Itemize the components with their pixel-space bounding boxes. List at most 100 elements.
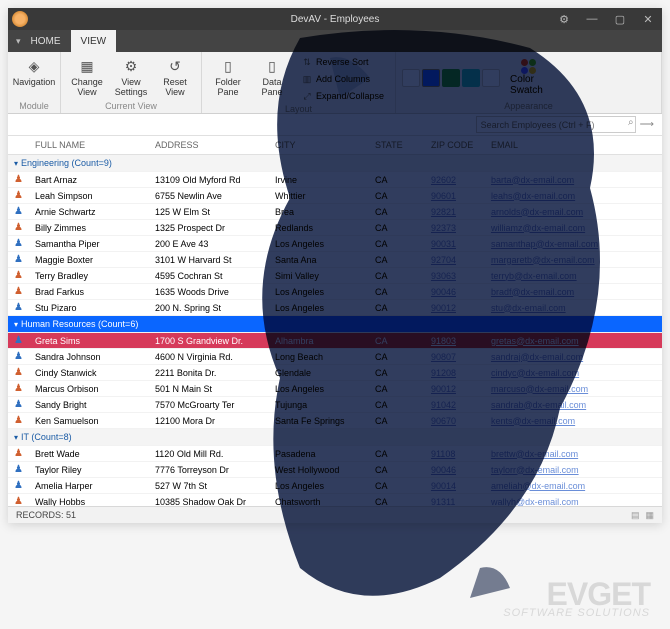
table-row[interactable]: ♟Sandra Johnson4600 N Virginia Rd.Long B… [8,349,662,365]
cell-email[interactable]: williamz@dx-email.com [485,220,662,236]
col-fullname[interactable]: FULL NAME [29,136,149,155]
cell-zip[interactable]: 90012 [425,381,485,397]
table-row[interactable]: ♟Sandy Bright7570 McGroarty TerTujungaCA… [8,397,662,413]
cell-zip[interactable]: 91108 [425,446,485,462]
cell-email[interactable]: kents@dx-email.com [485,413,662,429]
cell-email[interactable]: sandrab@dx-email.com [485,397,662,413]
cell-email[interactable]: cindyc@dx-email.com [485,365,662,381]
view-card-icon[interactable]: ▦ [645,510,654,521]
minimize-button[interactable]: — [578,8,606,30]
cell-email[interactable]: arnolds@dx-email.com [485,204,662,220]
cell-zip[interactable]: 90046 [425,284,485,300]
add-columns-button[interactable]: ▥Add Columns [296,71,389,87]
cell-email[interactable]: marcuso@dx-email.com [485,381,662,397]
table-row[interactable]: ♟Brett Wade1120 Old Mill Rd.PasadenaCA91… [8,446,662,462]
cell-address: 10385 Shadow Oak Dr [149,494,269,507]
cell-zip[interactable]: 91311 [425,494,485,507]
cell-zip[interactable]: 90012 [425,300,485,316]
table-row[interactable]: ♟Billy Zimmes1325 Prospect DrRedlandsCA9… [8,220,662,236]
cell-email[interactable]: sandraj@dx-email.com [485,349,662,365]
col-address[interactable]: ADDRESS [149,136,269,155]
group-row[interactable]: ▾Engineering (Count=9) [8,155,662,172]
table-row[interactable]: ♟Leah Simpson6755 Newlin AveWhittierCA90… [8,188,662,204]
swatch-green[interactable] [442,69,460,87]
table-row[interactable]: ♟Wally Hobbs10385 Shadow Oak DrChatswort… [8,494,662,507]
table-row[interactable]: ♟Marcus Orbison501 N Main StLos AngelesC… [8,381,662,397]
cell-zip[interactable]: 91208 [425,365,485,381]
swatch-cyan[interactable] [462,69,480,87]
group-row[interactable]: ▾IT (Count=8) [8,429,662,446]
cell-city: Irvine [269,172,369,188]
cell-email[interactable]: stu@dx-email.com [485,300,662,316]
ribbon-group-module: ◈ Navigation Module [8,52,61,113]
cell-zip[interactable]: 90014 [425,478,485,494]
cell-address: 125 W Elm St [149,204,269,220]
cell-zip[interactable]: 90807 [425,349,485,365]
person-icon: ♟ [14,174,23,185]
cell-email[interactable]: brettw@dx-email.com [485,446,662,462]
table-row[interactable]: ♟Ken Samuelson12100 Mora DrSanta Fe Spri… [8,413,662,429]
swatch-light[interactable] [482,69,500,87]
table-row[interactable]: ♟Greta Sims1700 S Grandview Dr.AlhambraC… [8,333,662,349]
navigation-button[interactable]: ◈ Navigation [14,54,54,101]
cell-email[interactable]: barta@dx-email.com [485,172,662,188]
data-grid[interactable]: FULL NAME ADDRESS CITY STATE ZIP CODE EM… [8,136,662,506]
cell-zip[interactable]: 93063 [425,268,485,284]
table-row[interactable]: ♟Stu Pizaro200 N. Spring StLos AngelesCA… [8,300,662,316]
cell-email[interactable]: ameliah@dx-email.com [485,478,662,494]
cell-zip[interactable]: 90031 [425,236,485,252]
view-tab[interactable]: VIEW [71,30,117,52]
data-pane-button[interactable]: ▯Data Pane [252,54,292,104]
swatch-white[interactable] [402,69,420,87]
maximize-button[interactable]: ▢ [606,8,634,30]
folder-pane-button[interactable]: ▯Folder Pane [208,54,248,104]
table-row[interactable]: ♟Arnie Schwartz125 W Elm StBreaCA92821ar… [8,204,662,220]
cell-zip[interactable]: 90601 [425,188,485,204]
icon-column[interactable] [8,136,29,155]
cell-address: 200 N. Spring St [149,300,269,316]
close-button[interactable]: ✕ [634,8,662,30]
settings-icon[interactable]: ⚙ [550,8,578,30]
reverse-sort-button[interactable]: ⇅Reverse Sort [296,54,389,70]
col-city[interactable]: CITY [269,136,369,155]
cell-zip[interactable]: 91042 [425,397,485,413]
table-row[interactable]: ♟Bart Arnaz13109 Old Myford RdIrvineCA92… [8,172,662,188]
cell-zip[interactable]: 91803 [425,333,485,349]
search-submit-icon[interactable]: ⟶ [640,119,654,130]
cell-email[interactable]: bradf@dx-email.com [485,284,662,300]
reset-view-button[interactable]: ↺Reset View [155,54,195,101]
swatch-blue[interactable] [422,69,440,87]
table-row[interactable]: ♟Brad Farkus1635 Woods DriveLos AngelesC… [8,284,662,300]
change-view-button[interactable]: ▦Change View [67,54,107,101]
col-zip[interactable]: ZIP CODE [425,136,485,155]
view-settings-button[interactable]: ⚙View Settings [111,54,151,101]
table-row[interactable]: ♟Cindy Stanwick2211 Bonita Dr.GlendaleCA… [8,365,662,381]
home-tab[interactable]: HOME [21,30,71,52]
table-row[interactable]: ♟Terry Bradley4595 Cochran StSimi Valley… [8,268,662,284]
cell-email[interactable]: terryb@dx-email.com [485,268,662,284]
group-row[interactable]: ▾Human Resources (Count=6) [8,316,662,333]
col-email[interactable]: EMAIL [485,136,662,155]
table-row[interactable]: ♟Maggie Boxter3101 W Harvard StSanta Ana… [8,252,662,268]
table-row[interactable]: ♟Taylor Riley7776 Torreyson DrWest Holly… [8,462,662,478]
color-swatch-button[interactable]: Color Swatch [510,59,546,96]
cell-zip[interactable]: 92373 [425,220,485,236]
table-row[interactable]: ♟Samantha Piper200 E Ave 43Los AngelesCA… [8,236,662,252]
cell-zip[interactable]: 90670 [425,413,485,429]
col-state[interactable]: STATE [369,136,425,155]
cell-email[interactable]: wallyh@dx-email.com [485,494,662,507]
cell-email[interactable]: leahs@dx-email.com [485,188,662,204]
cell-email[interactable]: taylorr@dx-email.com [485,462,662,478]
cell-zip[interactable]: 92821 [425,204,485,220]
cell-zip[interactable]: 92704 [425,252,485,268]
search-input[interactable] [476,116,636,133]
cell-zip[interactable]: 92602 [425,172,485,188]
expand-collapse-button[interactable]: ⤢Expand/Collapse [296,88,389,104]
cell-email[interactable]: samanthap@dx-email.com [485,236,662,252]
cell-name: Greta Sims [29,333,149,349]
cell-email[interactable]: gretas@dx-email.com [485,333,662,349]
view-list-icon[interactable]: ▤ [631,510,640,521]
cell-zip[interactable]: 90046 [425,462,485,478]
cell-email[interactable]: margaretb@dx-email.com [485,252,662,268]
table-row[interactable]: ♟Amelia Harper527 W 7th StLos AngelesCA9… [8,478,662,494]
